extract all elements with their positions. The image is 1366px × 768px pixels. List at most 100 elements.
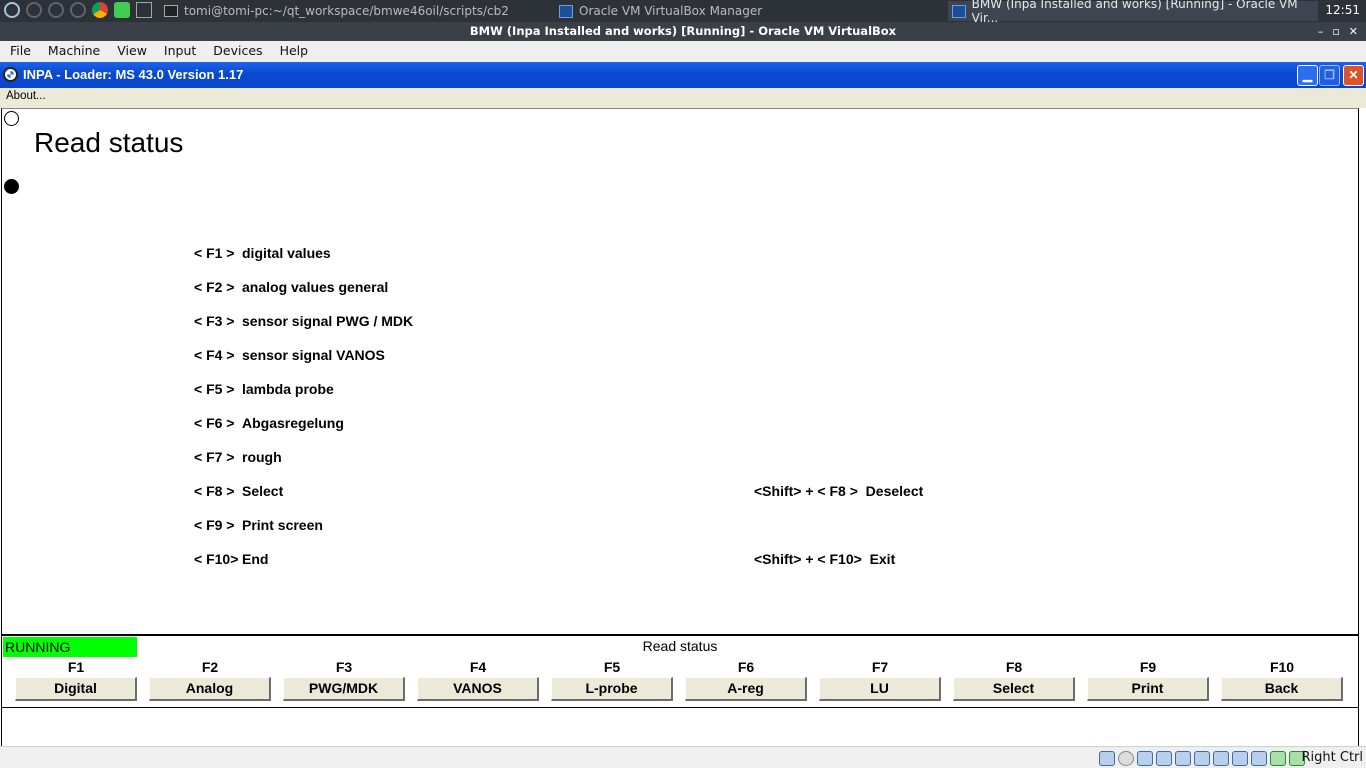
- close-button[interactable]: ✕: [1343, 65, 1364, 86]
- radio-button[interactable]: [4, 111, 19, 126]
- taskbar-app-vbox-vm[interactable]: BMW (Inpa Installed and works) [Running]…: [948, 0, 1318, 25]
- taskbar-launchers: [4, 2, 152, 18]
- menu-help[interactable]: Help: [270, 41, 316, 62]
- vanos-button[interactable]: VANOS: [417, 677, 539, 701]
- back-button[interactable]: Back: [1221, 677, 1343, 701]
- fkey-label: F5: [603, 659, 621, 675]
- vbox-menubar: File Machine View Input Devices Help: [0, 41, 1366, 62]
- menu-machine[interactable]: Machine: [38, 41, 107, 62]
- fkey-label: F10: [1269, 659, 1295, 675]
- fkey-label: F2: [201, 659, 219, 675]
- clock: 12:51: [1325, 3, 1360, 17]
- bmw-logo-icon[interactable]: [3, 67, 18, 82]
- minimize-button[interactable]: ▁: [1297, 65, 1318, 86]
- option-f10: < F10> End: [194, 551, 268, 567]
- guest-screen: INPA - Loader: MS 43.0 Version 1.17 ▁ ❐ …: [0, 62, 1366, 746]
- chrome-icon[interactable]: [92, 2, 108, 18]
- option-key: < F8 >: [194, 483, 235, 499]
- page-title: Read status: [34, 127, 184, 158]
- terminal-icon: [164, 5, 178, 17]
- video-capture-icon[interactable]: [1232, 751, 1248, 766]
- monitor-icon[interactable]: [136, 2, 152, 18]
- network-icon[interactable]: [1156, 751, 1172, 766]
- fkey-f6: F6 A-reg: [685, 658, 807, 701]
- mouse-integration-icon[interactable]: [1270, 751, 1286, 766]
- menu-file[interactable]: File: [0, 41, 38, 62]
- device-indicators: [1099, 751, 1305, 766]
- radio-button-selected[interactable]: [4, 179, 19, 194]
- option-shift-f10: <Shift> + < F10> Exit: [754, 551, 895, 567]
- option-key: < F4 >: [194, 347, 235, 363]
- launcher-icon[interactable]: [48, 2, 64, 18]
- usb-icon[interactable]: [1175, 751, 1191, 766]
- audio-icon[interactable]: [1137, 751, 1153, 766]
- option-label: Deselect: [865, 483, 924, 499]
- lu-button[interactable]: LU: [819, 677, 941, 701]
- l-probe-button[interactable]: L-probe: [551, 677, 673, 701]
- fkey-f9: F9 Print: [1087, 658, 1209, 701]
- hard-disk-icon[interactable]: [1099, 751, 1115, 766]
- option-key: < F6 >: [194, 415, 235, 431]
- close-icon[interactable]: ✕: [1349, 22, 1358, 41]
- print-button[interactable]: Print: [1087, 677, 1209, 701]
- fkey-f1: F1 Digital: [15, 658, 137, 701]
- pwg-mdk-button[interactable]: PWG/MDK: [283, 677, 405, 701]
- taskbar-app-vbox-manager[interactable]: Oracle VM VirtualBox Manager: [555, 1, 945, 21]
- minimize-icon[interactable]: –: [1318, 22, 1324, 41]
- inpa-function-bar: RUNNING Read status F1 Digital F2 Analog…: [1, 634, 1359, 708]
- a-reg-button[interactable]: A-reg: [685, 677, 807, 701]
- optical-drive-icon[interactable]: [1118, 751, 1134, 766]
- maximize-button[interactable]: ❐: [1319, 65, 1340, 86]
- option-shift-f8: <Shift> + < F8 > Deselect: [754, 483, 923, 499]
- menu-about[interactable]: About...: [6, 90, 46, 102]
- fkey-f8: F8 Select: [953, 658, 1075, 701]
- option-key: < F5 >: [194, 381, 235, 397]
- fkey-f10: F10 Back: [1221, 658, 1343, 701]
- analog-button[interactable]: Analog: [149, 677, 271, 701]
- taskbar-app-terminal[interactable]: tomi@tomi-pc:~/qt_workspace/bmwe46oil/sc…: [160, 1, 550, 21]
- display-icon[interactable]: [1213, 751, 1229, 766]
- option-f1: < F1 > digital values: [194, 245, 331, 261]
- fkey-label: F6: [737, 659, 755, 675]
- cpu-icon[interactable]: [1251, 751, 1267, 766]
- inpa-main-area: Read status < F1 > digital values < F2 > a…: [1, 108, 1359, 634]
- option-key: < F9 >: [194, 517, 235, 533]
- menu-view[interactable]: View: [107, 41, 154, 62]
- restore-icon[interactable]: ▫: [1332, 22, 1339, 41]
- host-key-label: Right Ctrl: [1301, 750, 1364, 765]
- option-f7: < F7 > rough: [194, 449, 282, 465]
- fkey-label: F8: [1005, 659, 1023, 675]
- fkey-f5: F5 L-probe: [551, 658, 673, 701]
- fkey-f4: F4 VANOS: [417, 658, 539, 701]
- option-f9: < F9 > Print screen: [194, 517, 323, 533]
- launcher-icon[interactable]: [26, 2, 42, 18]
- footer-title: Read status: [642, 638, 718, 654]
- fkey-label: F1: [67, 659, 85, 675]
- option-label: sensor signal PWG / MDK: [242, 313, 414, 329]
- launcher-icon[interactable]: [4, 2, 20, 18]
- vbox-statusbar: Right Ctrl: [0, 746, 1366, 768]
- menu-devices[interactable]: Devices: [203, 41, 269, 62]
- option-label: digital values: [242, 245, 331, 261]
- virtualbox-icon: [952, 4, 966, 18]
- launcher-icon[interactable]: [70, 2, 86, 18]
- menu-input[interactable]: Input: [154, 41, 203, 62]
- fkey-label: F4: [469, 659, 487, 675]
- option-key: <Shift> + < F10>: [754, 551, 862, 567]
- fkey-label: F9: [1139, 659, 1157, 675]
- option-f8: < F8 > Select: [194, 483, 283, 499]
- digital-button[interactable]: Digital: [15, 677, 137, 701]
- option-key: < F3 >: [194, 313, 235, 329]
- inpa-menubar: About...: [0, 88, 1366, 108]
- option-label: analog values general: [242, 279, 389, 295]
- shared-folders-icon[interactable]: [1194, 751, 1210, 766]
- fkey-label: F3: [335, 659, 353, 675]
- select-button[interactable]: Select: [953, 677, 1075, 701]
- option-key: <Shift> + < F8 >: [754, 483, 858, 499]
- virtualbox-icon: [559, 4, 573, 18]
- option-label: Exit: [869, 551, 896, 567]
- host-taskbar: tomi@tomi-pc:~/qt_workspace/bmwe46oil/sc…: [0, 0, 1366, 25]
- fkey-label: F7: [871, 659, 889, 675]
- option-f2: < F2 > analog values general: [194, 279, 388, 295]
- qt-icon[interactable]: [114, 2, 130, 18]
